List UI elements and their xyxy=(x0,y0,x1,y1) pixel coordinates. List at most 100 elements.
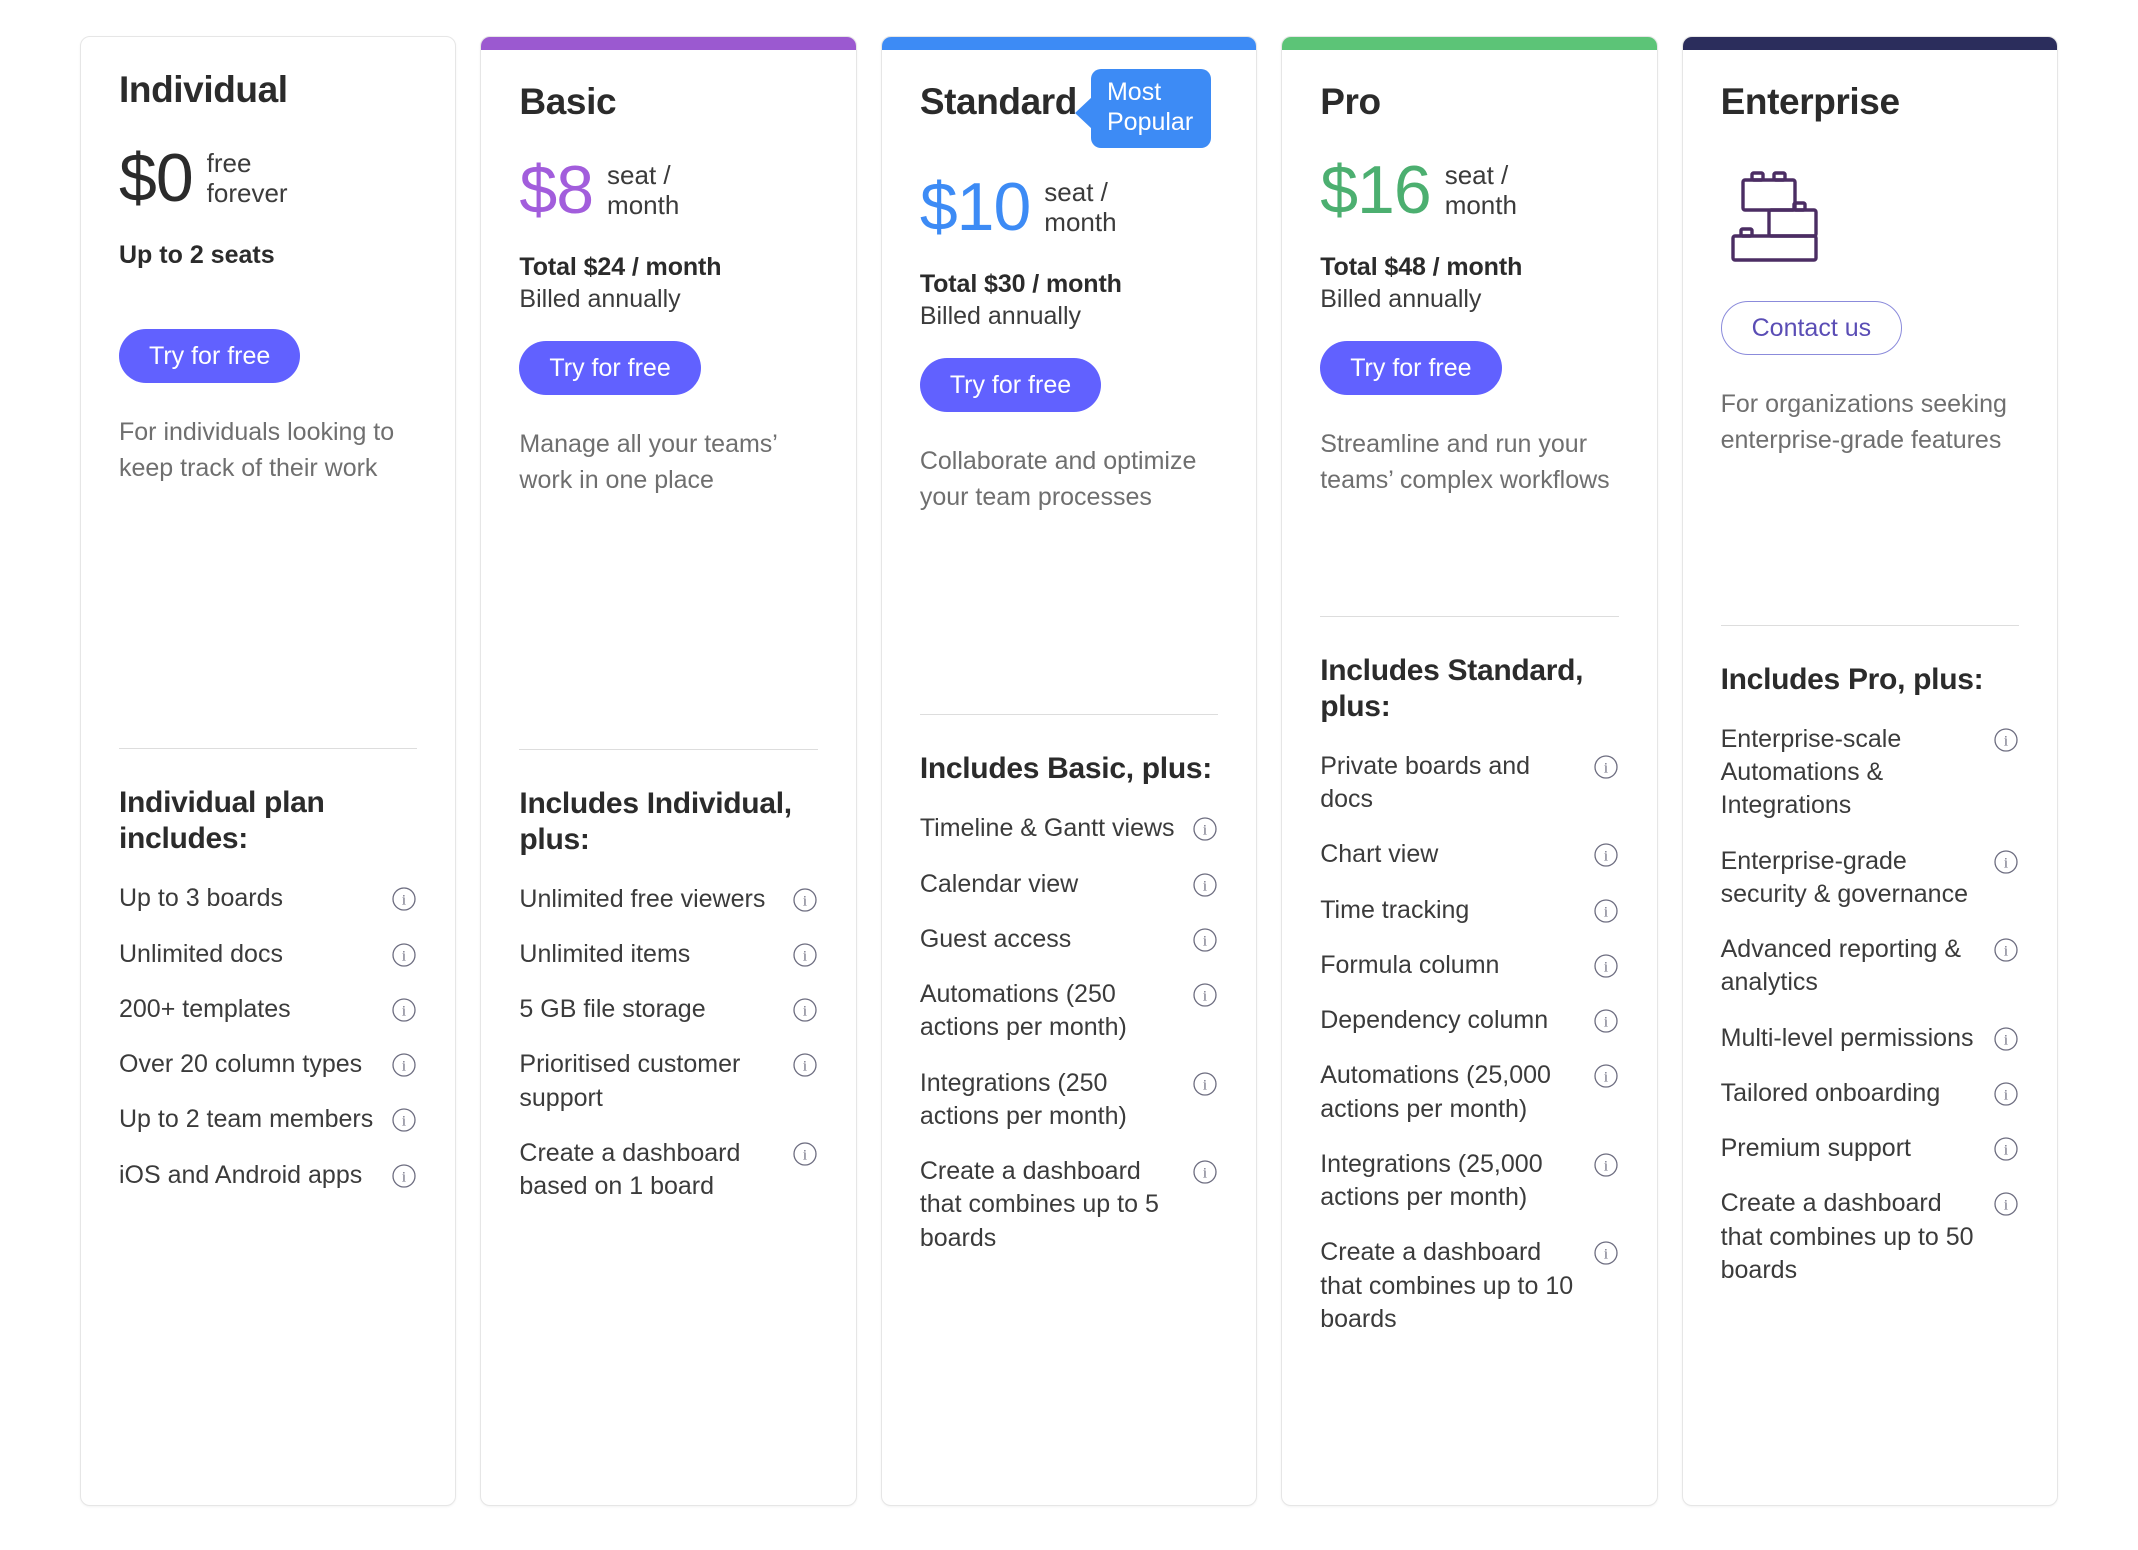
enterprise-icon-wrap xyxy=(1721,157,2019,275)
info-icon[interactable]: i xyxy=(1593,1152,1619,1178)
price-row-standard: $10 seat / month xyxy=(920,170,1218,244)
plan-card-standard: Standard Most Popular $10 seat / month Total… xyxy=(880,36,1258,1506)
feature-item: Enterprise-grade security & governance i xyxy=(1721,834,2019,923)
section-divider-enterprise xyxy=(1720,624,2020,626)
info-icon[interactable]: i xyxy=(1593,1063,1619,1089)
plan-accent-bar-pro xyxy=(1282,37,1657,50)
info-icon[interactable]: i xyxy=(1192,872,1218,898)
plan-description-enterprise: For organizations seeking enterprise-gra… xyxy=(1720,390,2007,454)
svg-text:i: i xyxy=(1203,989,1207,1005)
feature-item: Dependency column i xyxy=(1320,993,1618,1048)
info-icon[interactable]: i xyxy=(792,942,818,968)
info-icon[interactable]: i xyxy=(1993,937,2019,963)
plan-header-enterprise: Enterprise xyxy=(1721,82,2019,131)
feature-label: Dependency column xyxy=(1320,1006,1549,1035)
svg-text:i: i xyxy=(1604,760,1608,776)
info-icon[interactable]: i xyxy=(391,1052,417,1078)
feature-item: Over 20 column types i xyxy=(119,1037,417,1092)
info-icon[interactable]: i xyxy=(1593,953,1619,979)
info-icon[interactable]: i xyxy=(391,1163,417,1189)
info-icon[interactable]: i xyxy=(391,997,417,1023)
info-icon[interactable]: i xyxy=(1993,1191,2019,1217)
info-icon[interactable]: i xyxy=(1993,1026,2019,1052)
bottom-fill xyxy=(519,1214,817,1465)
billing-summary-standard: Total $30 / month Billed annually xyxy=(920,270,1218,336)
feature-item: Multi-level permissions i xyxy=(1721,1011,2019,1066)
svg-text:i: i xyxy=(1604,849,1608,865)
price-amount-pro: $16 xyxy=(1320,152,1431,228)
feature-label: Guest access xyxy=(919,924,1072,953)
plan-header-standard: Standard Most Popular xyxy=(920,69,1218,148)
cta-button-basic[interactable]: Try for free xyxy=(519,341,701,395)
cta-button-individual[interactable]: Try for free xyxy=(119,329,301,383)
svg-text:i: i xyxy=(1203,878,1207,894)
info-icon[interactable]: i xyxy=(1593,1240,1619,1266)
feature-list-enterprise: Enterprise-scale Automations & Integrati… xyxy=(1721,712,2019,1298)
info-icon[interactable]: i xyxy=(391,1107,417,1133)
info-icon[interactable]: i xyxy=(1192,816,1218,842)
feature-label: Multi-level permissions xyxy=(1720,1023,1974,1052)
svg-text:i: i xyxy=(402,1059,406,1075)
feature-label: Chart view xyxy=(1320,840,1439,869)
svg-text:i: i xyxy=(2004,1143,2008,1159)
feature-label: Unlimited free viewers xyxy=(519,884,766,913)
feature-label: Advanced reporting & analytics xyxy=(1720,935,1962,997)
svg-text:i: i xyxy=(2004,1198,2008,1214)
feature-item: Calendar view i xyxy=(920,857,1218,912)
plan-name-pro: Pro xyxy=(1320,81,1381,122)
svg-text:i: i xyxy=(803,1147,807,1163)
info-icon[interactable]: i xyxy=(792,1141,818,1167)
svg-text:i: i xyxy=(803,1004,807,1020)
feature-item: Create a dashboard that combines up to 1… xyxy=(1320,1225,1618,1347)
feature-item: Up to 2 team members i xyxy=(119,1092,417,1147)
info-icon[interactable]: i xyxy=(1993,1136,2019,1162)
info-icon[interactable]: i xyxy=(1993,1081,2019,1107)
price-unit-basic: seat / month xyxy=(607,159,680,220)
info-icon[interactable]: i xyxy=(792,887,818,913)
feature-label: Up to 2 team members xyxy=(119,1105,374,1134)
svg-text:i: i xyxy=(1203,933,1207,949)
info-icon[interactable]: i xyxy=(391,886,417,912)
info-icon[interactable]: i xyxy=(1192,1159,1218,1185)
plan-description-standard: Collaborate and optimize your team proce… xyxy=(919,447,1197,511)
info-icon[interactable]: i xyxy=(1192,1071,1218,1097)
info-icon[interactable]: i xyxy=(1593,754,1619,780)
cta-button-standard[interactable]: Try for free xyxy=(919,358,1102,412)
svg-text:i: i xyxy=(803,1059,807,1075)
info-icon[interactable]: i xyxy=(1993,849,2019,875)
feature-label: Private boards and docs xyxy=(1320,751,1531,814)
svg-text:i: i xyxy=(2004,944,2008,960)
cta-button-pro[interactable]: Try for free xyxy=(1320,341,1502,395)
billing-period-standard: Billed annually xyxy=(919,302,1082,330)
feature-label: Automations (250 actions per month) xyxy=(919,980,1127,1042)
feature-item: Private boards and docs i xyxy=(1320,739,1618,828)
seat-limit-individual: Up to 2 seats xyxy=(119,241,275,269)
feature-label: Unlimited items xyxy=(519,939,691,968)
feature-label: Over 20 column types xyxy=(119,1050,363,1078)
cta-button-enterprise[interactable]: Contact us xyxy=(1720,301,1903,355)
info-icon[interactable]: i xyxy=(1593,842,1619,868)
feature-label: Prioritised customer support xyxy=(519,1050,741,1112)
plan-description-individual: For individuals looking to keep track of… xyxy=(119,418,395,482)
billing-period-basic: Billed annually xyxy=(519,285,681,313)
info-icon[interactable]: i xyxy=(1593,1008,1619,1034)
bottom-fill xyxy=(119,1203,417,1465)
info-icon[interactable]: i xyxy=(391,942,417,968)
info-icon[interactable]: i xyxy=(1593,898,1619,924)
plan-header-individual: Individual xyxy=(119,70,417,119)
info-icon[interactable]: i xyxy=(792,1052,818,1078)
total-price-basic: Total $24 / month xyxy=(519,253,722,281)
info-icon[interactable]: i xyxy=(1993,727,2019,753)
info-icon[interactable]: i xyxy=(1192,927,1218,953)
feature-item: Enterprise-scale Automations & Integrati… xyxy=(1721,712,2019,834)
info-icon[interactable]: i xyxy=(1192,982,1218,1008)
svg-text:i: i xyxy=(1604,1070,1608,1086)
feature-item: Time tracking i xyxy=(1320,883,1618,938)
info-icon[interactable]: i xyxy=(792,997,818,1023)
feature-label: Tailored onboarding xyxy=(1720,1078,1941,1107)
bottom-fill xyxy=(920,1266,1218,1465)
plan-accent-bar-standard xyxy=(881,37,1257,50)
includes-title-pro: Includes Standard, plus: xyxy=(1320,653,1584,723)
